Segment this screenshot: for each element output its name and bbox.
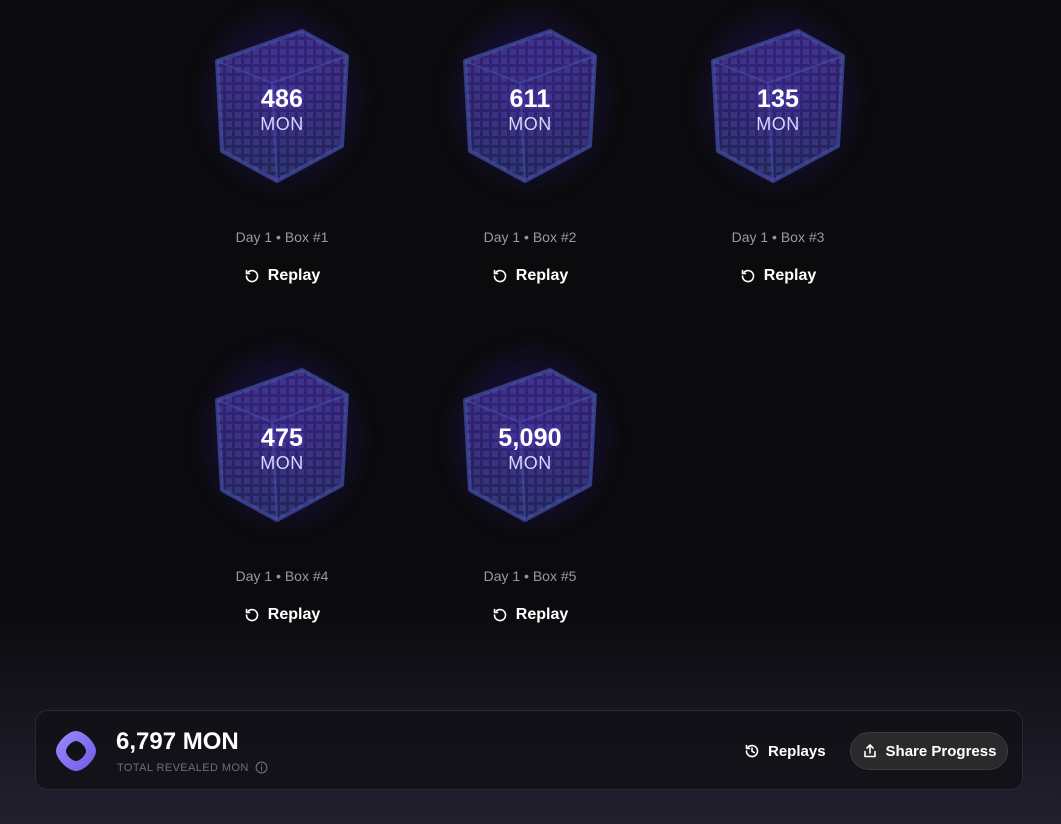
share-icon	[863, 744, 876, 758]
box-caption: Day 1 • Box #3	[731, 229, 825, 245]
box-unit: MON	[260, 453, 304, 473]
replay-icon	[493, 608, 507, 622]
boxes-grid: 486 MON Day 1 • Box #1 Replay 611 MON Da…	[0, 0, 1061, 680]
box-unit: MON	[260, 114, 304, 134]
replay-button[interactable]: Replay	[222, 598, 342, 632]
replay-label: Replay	[267, 606, 321, 623]
replay-button[interactable]: Replay	[470, 598, 590, 632]
share-progress-button[interactable]: Share Progress	[850, 732, 1008, 770]
box-visual: 5,090 MON	[430, 338, 630, 548]
box-caption: Day 1 • Box #2	[483, 229, 577, 245]
replays-label: Replays	[768, 742, 826, 760]
box-card: 135 MON Day 1 • Box #3 Replay	[678, 0, 878, 309]
box-visual: 486 MON	[182, 0, 382, 209]
box-value-group: 5,090 MON	[430, 424, 630, 474]
box-caption: Day 1 • Box #5	[483, 568, 577, 584]
progress-footer: 6,797 MON TOTAL REVEALED MON Replays Sha…	[35, 710, 1023, 790]
box-value-group: 486 MON	[182, 85, 382, 135]
info-icon[interactable]	[255, 761, 268, 774]
replay-label: Replay	[267, 267, 321, 284]
box-value: 135	[756, 85, 800, 113]
box-value-group: 611 MON	[430, 85, 630, 135]
replay-label: Replay	[763, 267, 817, 284]
box-value: 611	[509, 85, 551, 113]
replay-icon	[245, 608, 259, 622]
box-visual: 135 MON	[678, 0, 878, 209]
box-card: 611 MON Day 1 • Box #2 Replay	[430, 0, 630, 309]
box-card: 5,090 MON Day 1 • Box #5 Replay	[430, 338, 630, 648]
box-caption: Day 1 • Box #4	[235, 568, 329, 584]
box-visual: 475 MON	[182, 338, 382, 548]
replay-icon	[493, 269, 507, 283]
box-unit: MON	[508, 114, 552, 134]
replay-icon	[245, 269, 259, 283]
box-value: 475	[260, 424, 304, 452]
replay-button[interactable]: Replay	[470, 259, 590, 293]
replay-button[interactable]: Replay	[222, 259, 342, 293]
box-value-group: 135 MON	[678, 85, 878, 135]
replays-button[interactable]: Replays	[744, 734, 826, 768]
replay-icon	[741, 269, 755, 283]
box-visual: 611 MON	[430, 0, 630, 209]
box-value-group: 475 MON	[182, 424, 382, 474]
box-card: 486 MON Day 1 • Box #1 Replay	[182, 0, 382, 309]
share-progress-label: Share Progress	[885, 742, 997, 760]
total-label-row: TOTAL REVEALED MON	[117, 761, 268, 774]
replay-button[interactable]: Replay	[718, 259, 838, 293]
box-unit: MON	[756, 114, 800, 134]
box-value: 486	[260, 85, 304, 113]
replay-label: Replay	[515, 267, 569, 284]
box-unit: MON	[508, 453, 552, 473]
box-value: 5,090	[498, 424, 562, 452]
box-caption: Day 1 • Box #1	[235, 229, 329, 245]
box-card: 475 MON Day 1 • Box #4 Replay	[182, 338, 382, 648]
total-revealed-label: TOTAL REVEALED MON	[117, 761, 249, 774]
history-icon	[745, 744, 759, 758]
replay-label: Replay	[515, 606, 569, 623]
total-revealed-value: 6,797 MON	[116, 728, 239, 755]
monad-logo-icon	[56, 731, 96, 771]
